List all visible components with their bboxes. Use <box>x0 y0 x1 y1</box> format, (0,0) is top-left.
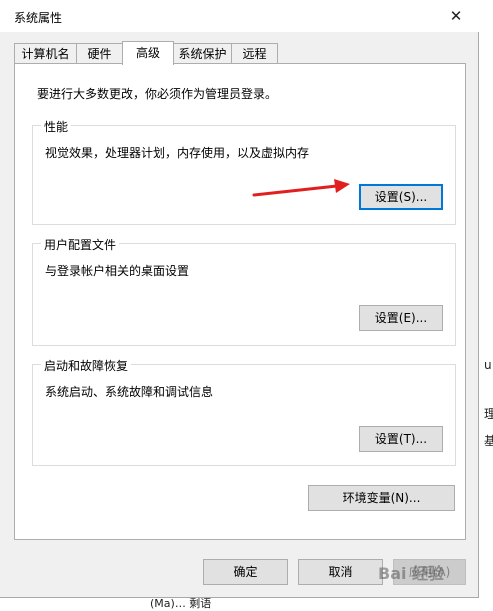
startup-recovery-settings-button[interactable]: 设置(T)... <box>359 426 443 452</box>
environment-variables-button[interactable]: 环境变量(N)... <box>308 485 455 511</box>
group-description: 视觉效果，处理器计划，内存使用，以及虚拟内存 <box>45 146 310 160</box>
ok-button[interactable]: 确定 <box>203 559 288 585</box>
system-properties-dialog: 系统属性 ✕ 计算机名 硬件 高级 系统保护 远程 要进行大多数更改，你必须作为… <box>0 0 479 598</box>
close-button[interactable]: ✕ <box>433 0 479 32</box>
tab-advanced[interactable]: 高级 <box>122 41 174 65</box>
group-description: 与登录帐户相关的桌面设置 <box>45 264 190 278</box>
admin-note: 要进行大多数更改，你必须作为管理员登录。 <box>37 87 278 101</box>
background-text: u <box>484 358 492 372</box>
group-title: 用户配置文件 <box>41 236 120 253</box>
user-profiles-group: 用户配置文件 与登录帐户相关的桌面设置 设置(E)... <box>32 236 456 346</box>
advanced-tab-panel: 要进行大多数更改，你必须作为管理员登录。 性能 视觉效果，处理器计划，内存使用，… <box>14 63 466 540</box>
title-bar[interactable]: 系统属性 ✕ <box>0 0 479 32</box>
watermark: Bai 经验 <box>378 564 445 583</box>
group-title: 性能 <box>41 118 72 135</box>
startup-recovery-group: 启动和故障恢复 系统启动、系统故障和调试信息 设置(T)... <box>32 357 456 466</box>
group-description: 系统启动、系统故障和调试信息 <box>45 385 214 399</box>
dialog-title: 系统属性 <box>14 11 63 25</box>
tab-remote[interactable]: 远程 <box>231 43 278 63</box>
cancel-button[interactable]: 取消 <box>298 559 383 585</box>
tab-system-protection[interactable]: 系统保护 <box>173 43 232 63</box>
performance-group: 性能 视觉效果，处理器计划，内存使用，以及虚拟内存 设置(S)... <box>32 118 456 225</box>
user-profiles-settings-button[interactable]: 设置(E)... <box>359 305 443 331</box>
tab-computer-name[interactable]: 计算机名 <box>14 43 77 63</box>
performance-settings-button[interactable]: 设置(S)... <box>359 184 443 210</box>
background-text: 理 <box>484 407 493 421</box>
tab-hardware[interactable]: 硬件 <box>76 43 123 63</box>
group-title: 启动和故障恢复 <box>41 357 132 374</box>
background-text: 基 <box>484 434 493 448</box>
close-icon: ✕ <box>449 7 463 25</box>
